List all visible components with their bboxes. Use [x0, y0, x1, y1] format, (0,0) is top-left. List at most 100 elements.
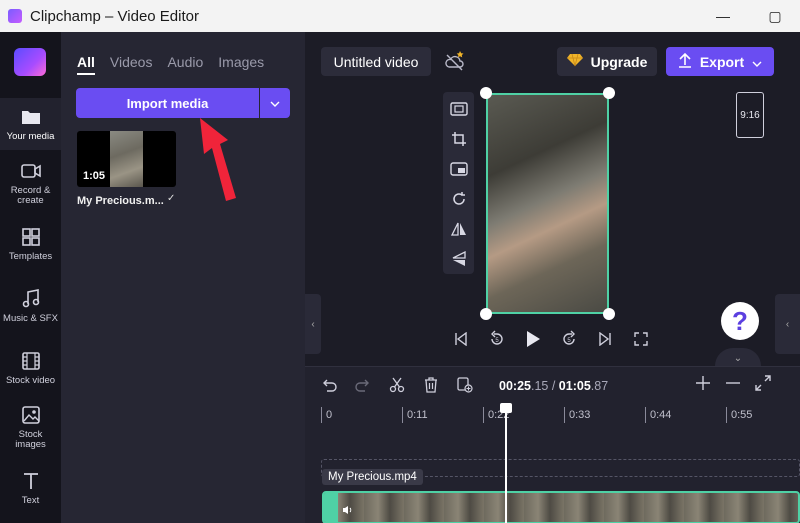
timeline-panel: 00:25.15 / 01:05.87 0 0:11 0:22 0:33 0:4…: [305, 366, 800, 523]
help-button[interactable]: ?: [721, 302, 759, 340]
rail-item-record-create[interactable]: Record & create: [0, 160, 61, 212]
video-frame-image: [110, 131, 143, 187]
camera-icon: [20, 160, 42, 182]
upgrade-button[interactable]: Upgrade: [557, 47, 657, 76]
forward-5-icon[interactable]: 5: [558, 328, 580, 350]
timecode-display: 00:25.15 / 01:05.87: [499, 379, 608, 393]
rail-item-label: Music & SFX: [3, 313, 58, 324]
zoom-in-icon[interactable]: [695, 375, 711, 396]
aspect-ratio-button[interactable]: 9:16: [736, 92, 764, 138]
rotate-icon[interactable]: [448, 188, 470, 210]
annotation-arrow-icon: [200, 118, 236, 201]
fit-timeline-icon[interactable]: [755, 375, 771, 396]
text-icon: [20, 470, 42, 492]
title-bar: Clipchamp – Video Editor — ▢: [0, 0, 800, 32]
import-options-dropdown[interactable]: [260, 88, 290, 118]
rail-item-label: Stock images: [15, 429, 46, 450]
rail-item-templates[interactable]: Templates: [0, 226, 61, 270]
play-icon[interactable]: [522, 328, 544, 350]
tick-label: 0:55: [731, 409, 753, 421]
playhead-handle[interactable]: [500, 403, 512, 413]
skip-start-icon[interactable]: [450, 328, 472, 350]
total-time: 01:05: [558, 379, 591, 393]
current-time: 00:25: [499, 379, 531, 393]
media-panel: All Videos Audio Images Import media 1:0…: [61, 32, 305, 523]
fullscreen-icon[interactable]: [630, 328, 652, 350]
media-thumbnail[interactable]: 1:05: [77, 131, 176, 187]
upgrade-label: Upgrade: [590, 53, 648, 70]
maximize-button[interactable]: ▢: [752, 0, 798, 32]
folder-icon: [20, 106, 42, 128]
expand-properties-tab[interactable]: ‹: [775, 294, 800, 354]
image-icon: [20, 404, 42, 426]
upload-icon: [678, 52, 692, 71]
pip-icon[interactable]: [448, 158, 470, 180]
rail-item-label: Stock video: [5, 375, 56, 386]
undo-icon[interactable]: [319, 375, 339, 395]
rewind-5-icon[interactable]: 5: [486, 328, 508, 350]
tab-videos[interactable]: Videos: [110, 54, 153, 75]
total-frames: .87: [590, 379, 609, 393]
resize-handle-bottom-right[interactable]: [603, 308, 615, 320]
zoom-controls: [695, 375, 771, 396]
window-title: Clipchamp – Video Editor: [30, 7, 199, 25]
clipchamp-brand-icon: [14, 48, 46, 76]
tick-label: 0:33: [569, 409, 591, 421]
fit-frame-icon[interactable]: [448, 98, 470, 120]
minimize-button[interactable]: —: [700, 0, 746, 32]
add-media-icon[interactable]: [455, 375, 475, 395]
timeline-toolbar: [319, 375, 475, 395]
resize-handle-top-right[interactable]: [603, 87, 615, 99]
expand-timeline-button[interactable]: ⌄: [715, 348, 761, 366]
rail-item-label: Text: [21, 495, 40, 506]
tab-audio[interactable]: Audio: [167, 54, 203, 75]
diamond-icon: [566, 53, 583, 70]
tick-label: 0:11: [407, 409, 428, 421]
flip-horizontal-icon[interactable]: [448, 218, 470, 240]
flip-vertical-icon[interactable]: [448, 248, 470, 270]
playhead-line[interactable]: [505, 403, 507, 523]
resize-handle-bottom-left[interactable]: [480, 308, 492, 320]
tab-all[interactable]: All: [77, 54, 95, 75]
collapse-media-panel-tab[interactable]: ‹: [305, 294, 321, 354]
chevron-down-icon: [752, 54, 762, 70]
delete-icon[interactable]: [421, 375, 441, 395]
rail-item-music-sfx[interactable]: Music & SFX: [0, 288, 61, 332]
playback-controls: 5 5: [450, 328, 652, 350]
video-clip[interactable]: [322, 491, 800, 523]
clipchamp-logo-icon: [8, 9, 22, 23]
export-button[interactable]: Export: [666, 47, 774, 76]
zoom-out-icon[interactable]: [725, 375, 741, 396]
volume-icon[interactable]: [342, 505, 354, 518]
rail-item-text[interactable]: Text: [0, 470, 61, 514]
media-item-name: My Precious.m...: [77, 195, 164, 207]
chevron-left-icon: ‹: [311, 318, 315, 330]
redo-icon[interactable]: [353, 375, 373, 395]
templates-icon: [20, 226, 42, 248]
project-title-field[interactable]: Untitled video: [321, 47, 431, 76]
rail-item-stock-video[interactable]: Stock video: [0, 350, 61, 394]
tick-label: 0:44: [650, 409, 672, 421]
current-frames: .15: [530, 379, 549, 393]
rail-item-label: Your media: [6, 131, 55, 142]
tab-images[interactable]: Images: [218, 54, 264, 75]
rail-item-stock-images[interactable]: Stock images: [0, 404, 61, 456]
skip-end-icon[interactable]: [594, 328, 616, 350]
split-scissors-icon[interactable]: [387, 375, 407, 395]
cloud-off-icon[interactable]: [444, 51, 466, 73]
media-tabs: All Videos Audio Images: [77, 54, 264, 75]
video-preview[interactable]: [486, 93, 609, 314]
time-separator: /: [548, 379, 559, 393]
chevron-left-icon: ‹: [785, 318, 790, 330]
crop-icon[interactable]: [448, 128, 470, 150]
clip-trim-handle[interactable]: [324, 493, 338, 522]
music-icon: [20, 288, 42, 310]
resize-handle-top-left[interactable]: [480, 87, 492, 99]
tick-label: 0: [326, 409, 333, 421]
preview-edit-toolbar: [443, 92, 474, 274]
left-nav-rail: Your media Record & create Templates Mus…: [0, 32, 61, 523]
rail-item-your-media[interactable]: Your media: [0, 98, 61, 150]
chevron-down-icon: ⌄: [733, 353, 743, 364]
time-ruler[interactable]: 0 0:11 0:22 0:33 0:44 0:55: [321, 407, 800, 427]
export-label: Export: [699, 53, 745, 70]
